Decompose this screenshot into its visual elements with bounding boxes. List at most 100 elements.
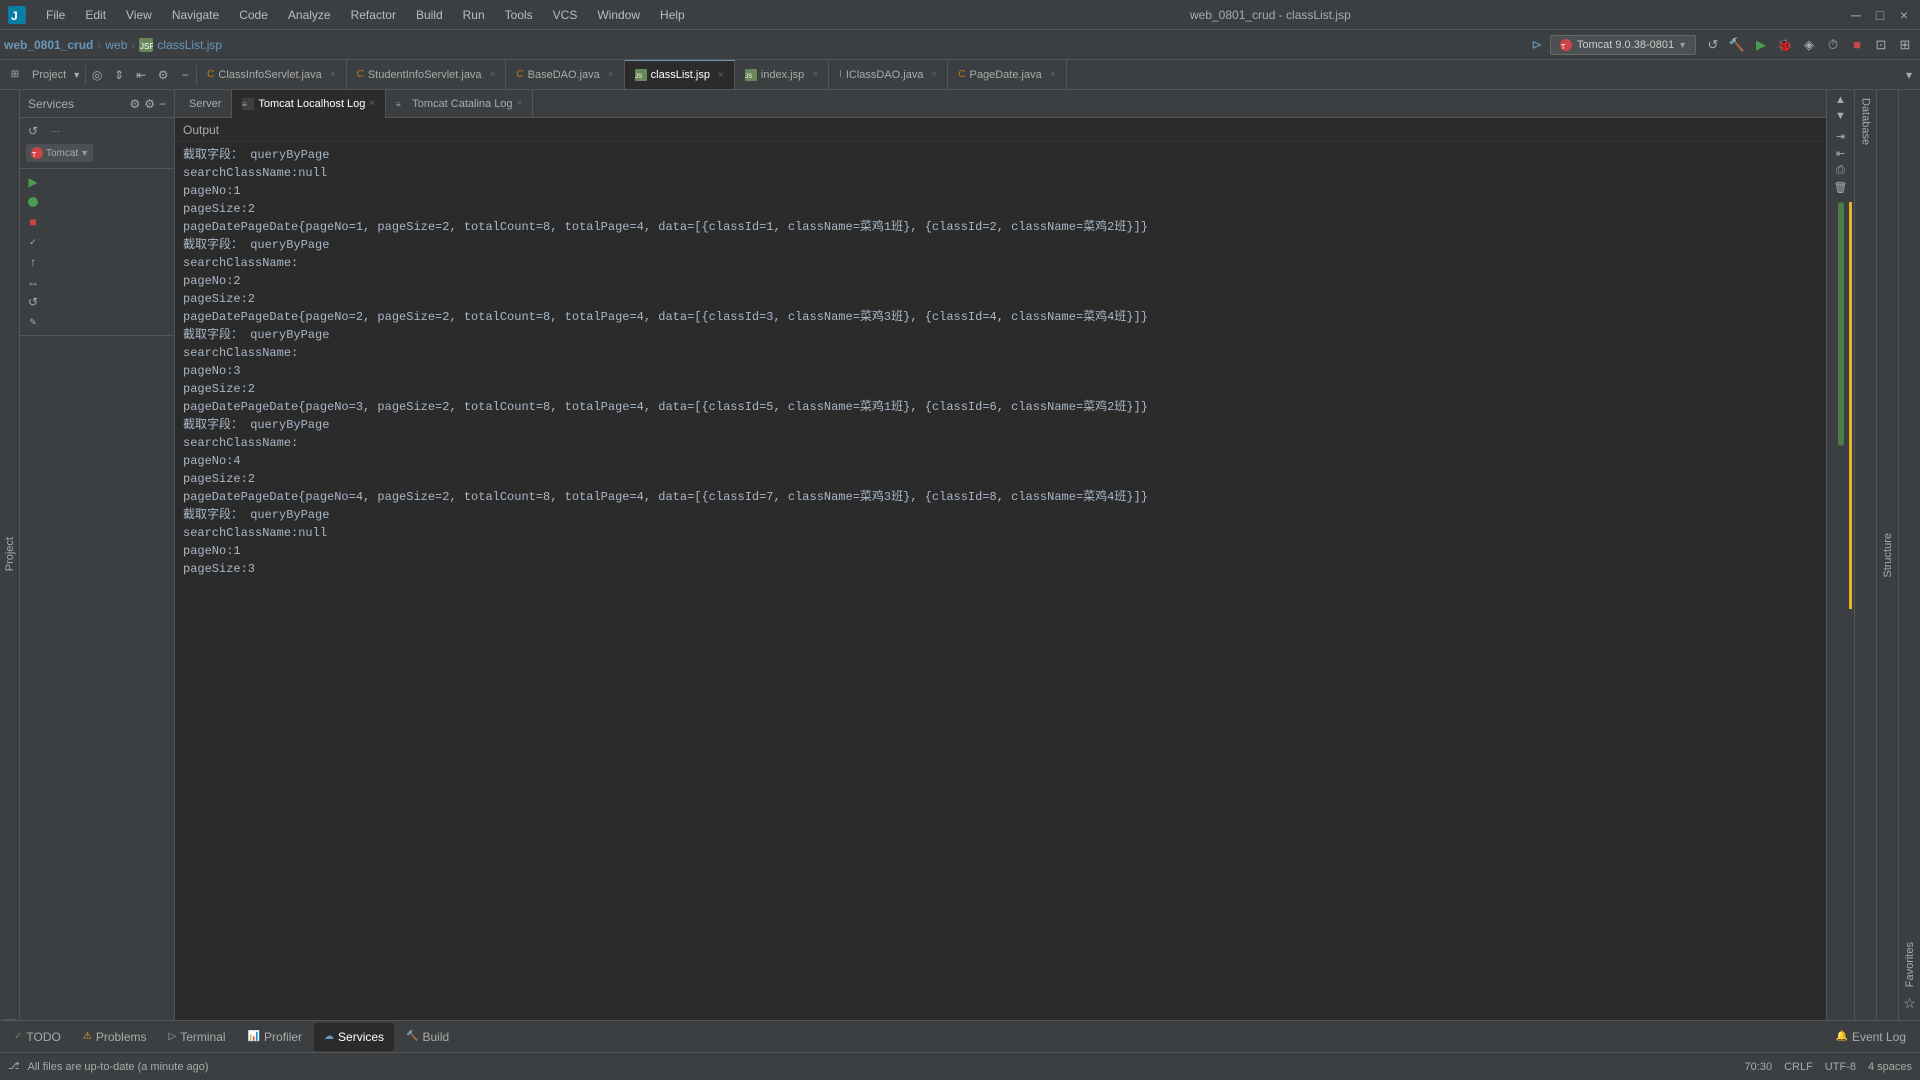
database-panel[interactable]: Database — [1854, 90, 1876, 1020]
print-icon[interactable]: ⎙ — [1836, 164, 1845, 177]
update-app-icon[interactable]: ↺ — [1702, 34, 1724, 56]
reload-server-icon[interactable]: ↺ — [24, 293, 42, 311]
terminal-icon: ▷ — [169, 1031, 177, 1042]
edit-server-icon[interactable]: ✎ — [24, 313, 42, 331]
start-server-icon[interactable]: ▶ — [24, 173, 42, 191]
build-icon[interactable]: 🔨 — [1726, 34, 1748, 56]
breadcrumb-file[interactable]: classList.jsp — [157, 38, 222, 52]
config-icon[interactable]: ⊞ — [1894, 34, 1916, 56]
profile-icon[interactable]: ⏱ — [1822, 34, 1844, 56]
menu-edit[interactable]: Edit — [77, 6, 114, 24]
menu-analyze[interactable]: Analyze — [280, 6, 339, 24]
tab-close-ClassInfoServlet[interactable]: × — [330, 69, 336, 80]
breadcrumb-project[interactable]: web_0801_crud — [4, 38, 93, 52]
event-log-button[interactable]: 🔔 Event Log — [1826, 1023, 1917, 1051]
menu-build[interactable]: Build — [408, 6, 451, 24]
stop-icon[interactable]: ■ — [1846, 34, 1868, 56]
tab-close-BaseDAO[interactable]: × — [608, 69, 614, 80]
line-ending[interactable]: CRLF — [1784, 1061, 1813, 1073]
minimize-button[interactable]: ─ — [1848, 7, 1864, 23]
scroll-thumb[interactable] — [1838, 202, 1844, 446]
tab-IClassDAO[interactable]: I IClassDAO.java × — [829, 60, 948, 90]
scroll-align-icon[interactable]: ⇤ — [1836, 147, 1845, 160]
scroll-down-icon[interactable]: ▼ — [1835, 110, 1846, 122]
server-item-tomcat[interactable]: T Tomcat ▼ — [24, 142, 170, 164]
deploy-icon[interactable]: ⊡ — [1870, 34, 1892, 56]
settings-icon[interactable]: ⚙ — [152, 64, 174, 86]
cursor-position[interactable]: 70:30 — [1745, 1061, 1773, 1073]
tomcat-config-button[interactable]: T Tomcat 9.0.38-0801 ▼ — [1550, 35, 1696, 55]
menu-file[interactable]: File — [38, 6, 73, 24]
bottom-tab-problems[interactable]: ⚠ Problems — [73, 1023, 157, 1051]
scroll-fit-icon[interactable]: ⇥ — [1836, 130, 1845, 143]
scroll-from-source-icon[interactable]: ⇕ — [108, 64, 130, 86]
tab-index[interactable]: JS index.jsp × — [735, 60, 829, 90]
bottom-tab-services[interactable]: ☁ Services — [314, 1023, 394, 1051]
menu-view[interactable]: View — [118, 6, 160, 24]
stop-server-icon[interactable]: ■ — [24, 213, 42, 231]
coverage-icon[interactable]: ◈ — [1798, 34, 1820, 56]
tab-server[interactable]: Server — [179, 90, 232, 118]
tab-close-PageDate[interactable]: × — [1050, 69, 1056, 80]
undeploy-server-icon[interactable]: ↔ — [24, 273, 42, 291]
indentation[interactable]: 4 spaces — [1868, 1061, 1912, 1073]
tomcat-dropdown-icon: ▼ — [1678, 40, 1687, 50]
maximize-button[interactable]: □ — [1872, 7, 1888, 23]
menu-vcs[interactable]: VCS — [545, 6, 586, 24]
bottom-tab-todo[interactable]: ✓ TODO — [4, 1023, 71, 1051]
close-button[interactable]: × — [1896, 7, 1912, 23]
navigate-back-icon[interactable]: ⊳ — [1526, 34, 1548, 56]
bottom-tab-build[interactable]: 🔨 Build — [396, 1023, 459, 1051]
project-tree-button[interactable]: ⊞ — [4, 64, 26, 86]
deploy-server-icon[interactable]: ↑ — [24, 253, 42, 271]
tab-close-StudentInfoServlet[interactable]: × — [490, 69, 496, 80]
menu-tools[interactable]: Tools — [497, 6, 541, 24]
tab-PageDate[interactable]: C PageDate.java × — [948, 60, 1066, 90]
tab-close-classList[interactable]: × — [718, 70, 724, 81]
tab-ClassInfoServlet[interactable]: C ClassInfoServlet.java × — [197, 60, 346, 90]
more-tabs-button[interactable]: ▾ — [1898, 64, 1920, 86]
run-icon[interactable]: ▶ — [1750, 34, 1772, 56]
hide-icon[interactable]: − — [174, 64, 196, 86]
locate-file-icon[interactable]: ◎ — [86, 64, 108, 86]
bottom-tab-terminal[interactable]: ▷ Terminal — [159, 1023, 236, 1051]
project-vertical-tab[interactable]: Project — [4, 90, 16, 1020]
server-dropdown[interactable]: T Tomcat ▼ — [26, 144, 93, 162]
debug-icon[interactable]: 🐞 — [1774, 34, 1796, 56]
output-line: searchClassName:null — [183, 164, 1818, 182]
tab-BaseDAO[interactable]: C BaseDAO.java × — [506, 60, 624, 90]
menu-code[interactable]: Code — [231, 6, 276, 24]
tab-classList[interactable]: JS classList.jsp × — [625, 60, 735, 90]
log-tab-icon: ≡ — [242, 98, 254, 110]
services-settings-icon[interactable]: ⚙ — [129, 97, 140, 111]
output-content[interactable]: 截取字段： queryByPage searchClassName:null pag… — [175, 142, 1826, 1020]
favorites-panel[interactable]: Favorites ☆ — [1898, 90, 1920, 1020]
menu-run[interactable]: Run — [455, 6, 493, 24]
run-controls: ↺ 🔨 ▶ 🐞 ◈ ⏱ ■ ⊡ ⊞ — [1702, 34, 1916, 56]
menu-navigate[interactable]: Navigate — [164, 6, 227, 24]
tab-close-catalina-log[interactable]: × — [517, 98, 523, 109]
refresh-services-icon[interactable]: ↺ — [24, 122, 42, 140]
encoding[interactable]: UTF-8 — [1825, 1061, 1856, 1073]
project-dropdown-icon[interactable]: ▼ — [72, 70, 81, 80]
menu-refactor[interactable]: Refactor — [343, 6, 404, 24]
tab-StudentInfoServlet[interactable]: C StudentInfoServlet.java × — [347, 60, 507, 90]
clear-icon[interactable]: 🗑 — [1834, 181, 1848, 194]
output-line: 截取字段： queryByPage — [183, 416, 1818, 434]
tab-close-index[interactable]: × — [812, 69, 818, 80]
tab-close-localhost-log[interactable]: × — [369, 98, 375, 109]
tab-close-IClassDAO[interactable]: × — [931, 69, 937, 80]
services-hide-icon[interactable]: − — [159, 97, 166, 111]
structure-panel[interactable]: Structure — [1876, 90, 1898, 1020]
bottom-tab-profiler[interactable]: 📊 Profiler — [238, 1023, 312, 1051]
services-gear-icon[interactable]: ⚙ — [144, 97, 155, 111]
expand-services-icon[interactable]: ⋯ — [46, 122, 64, 140]
scroll-up-icon[interactable]: ▲ — [1835, 94, 1846, 106]
menu-help[interactable]: Help — [652, 6, 693, 24]
tab-tomcat-catalina-log[interactable]: ≡ Tomcat Catalina Log × — [386, 90, 533, 118]
tab-tomcat-localhost-log[interactable]: ≡ Tomcat Localhost Log × — [232, 90, 386, 118]
menu-window[interactable]: Window — [589, 6, 648, 24]
breadcrumb-web[interactable]: web — [105, 38, 127, 52]
collapse-icon[interactable]: ⇤ — [130, 64, 152, 86]
output-line: pageSize:2 — [183, 470, 1818, 488]
